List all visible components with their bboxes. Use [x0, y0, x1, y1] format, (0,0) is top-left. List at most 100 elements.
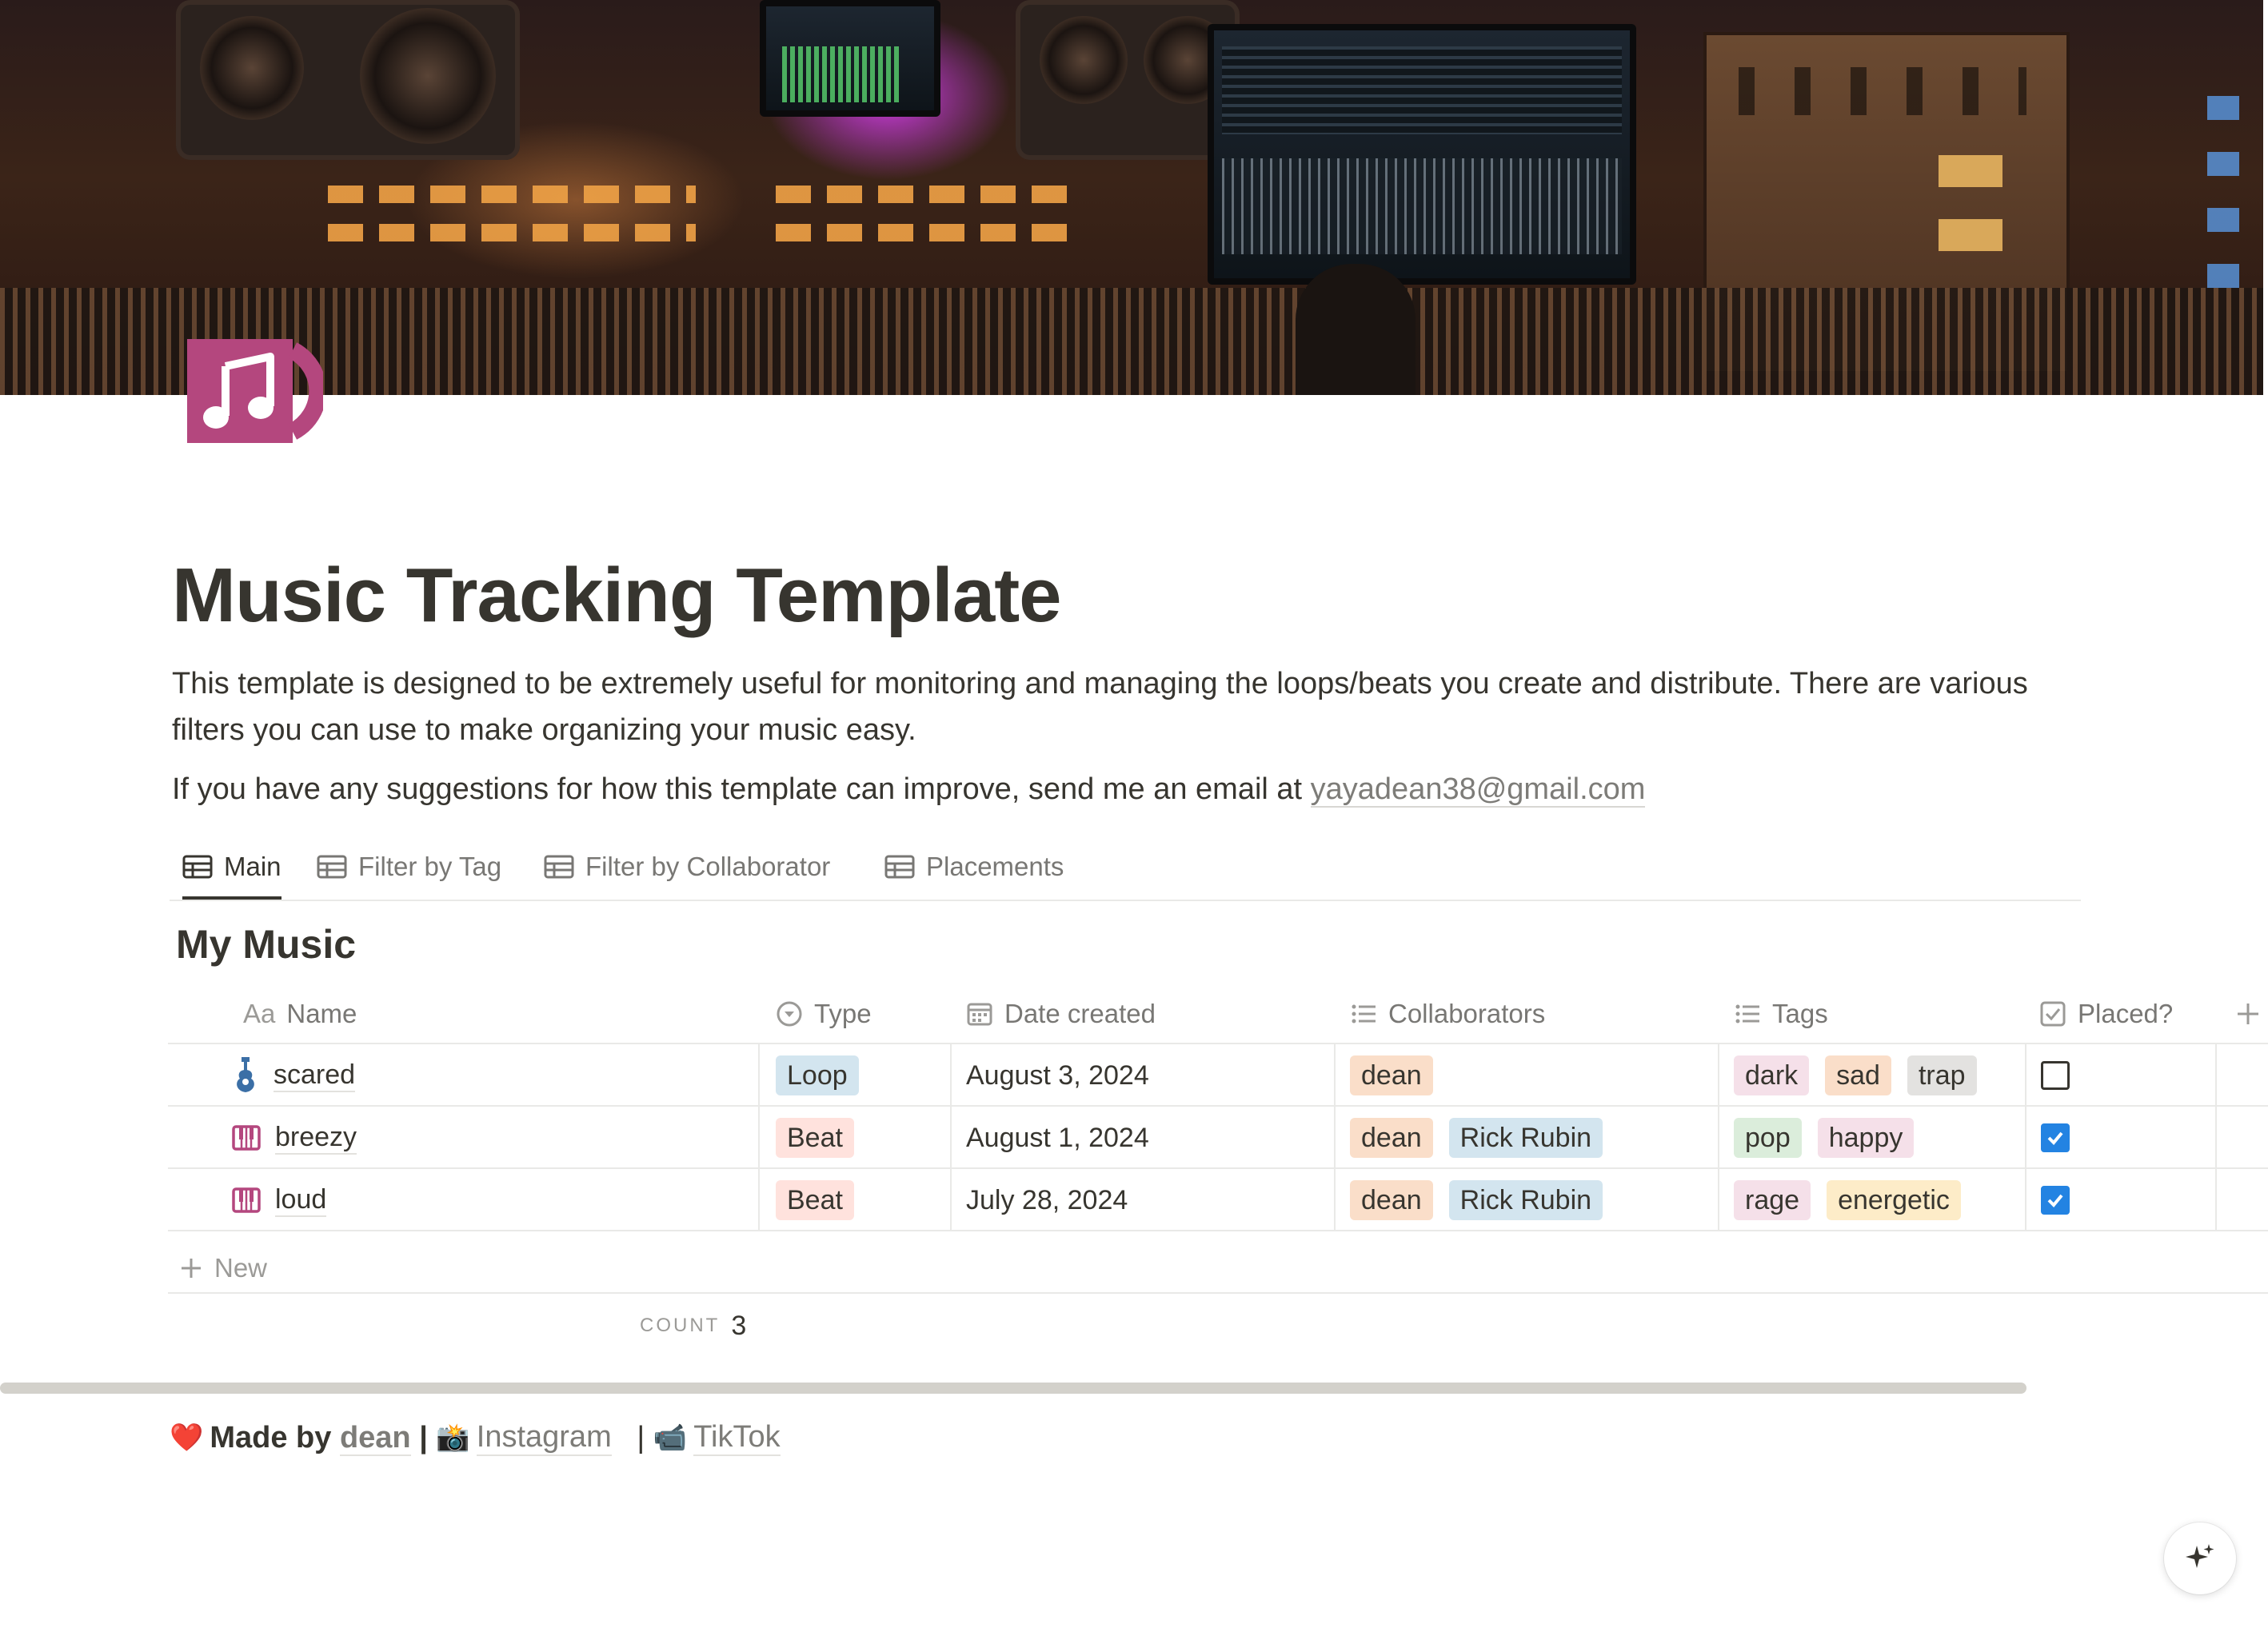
- ai-assistant-button[interactable]: [2164, 1522, 2236, 1594]
- placed-checkbox[interactable]: [2041, 1186, 2070, 1215]
- column-header-collaborators-label: Collaborators: [1388, 999, 1546, 1028]
- table-icon: [317, 855, 347, 879]
- multi-select-icon: [1352, 1004, 1376, 1024]
- type-pill: Loop: [776, 1055, 859, 1095]
- tags-cell[interactable]: rage energetic: [1734, 1169, 1977, 1231]
- tiktok-link[interactable]: TikTok: [693, 1420, 781, 1456]
- column-header-placed[interactable]: Placed?: [2039, 984, 2173, 1044]
- horizontal-scrollbar[interactable]: [0, 1383, 2026, 1394]
- tab-filter-by-collaborator[interactable]: Filter by Collaborator: [544, 836, 830, 898]
- tag-pill: dark: [1734, 1055, 1810, 1095]
- tab-main[interactable]: Main: [182, 836, 282, 900]
- cover-meters: [328, 186, 696, 203]
- collaborator-pill: dean: [1350, 1180, 1433, 1220]
- plus-icon: [182, 1259, 201, 1278]
- sparkle-icon: [2186, 1544, 2214, 1568]
- cover-speaker: [176, 0, 520, 160]
- multi-select-icon: [1735, 1004, 1759, 1024]
- collaborator-pill: dean: [1350, 1055, 1433, 1095]
- collaborators-cell[interactable]: dean Rick Rubin: [1350, 1107, 1619, 1169]
- tag-pill: energetic: [1827, 1180, 1961, 1220]
- suggestion-line: If you have any suggestions for how this…: [172, 769, 1646, 809]
- database-title[interactable]: My Music: [176, 921, 356, 968]
- plus-icon: [2238, 1004, 2258, 1024]
- cover-console: [0, 288, 2263, 395]
- cover-daw-screen: [1208, 24, 1636, 285]
- type-pill: Beat: [776, 1118, 854, 1158]
- date-cell[interactable]: July 28, 2024: [966, 1169, 1128, 1231]
- name-cell[interactable]: loud: [232, 1169, 327, 1231]
- collaborator-pill: dean: [1350, 1118, 1433, 1158]
- tags-cell[interactable]: pop happy: [1734, 1107, 1930, 1169]
- tab-filter-by-collaborator-label: Filter by Collaborator: [585, 852, 831, 881]
- new-row-label: New: [214, 1253, 268, 1283]
- cover-speaker: [1016, 0, 1240, 160]
- collaborators-cell[interactable]: dean: [1350, 1044, 1449, 1107]
- type-cell[interactable]: Beat: [776, 1169, 870, 1231]
- tab-placements[interactable]: Placements: [884, 836, 1064, 898]
- email-link[interactable]: yayadean38@gmail.com: [1310, 772, 1646, 808]
- row-name: breezy: [275, 1121, 357, 1155]
- date-cell[interactable]: August 1, 2024: [966, 1107, 1149, 1169]
- name-cell[interactable]: breezy: [232, 1107, 357, 1169]
- suggestion-text: If you have any suggestions for how this…: [172, 772, 1311, 806]
- heart-icon: ❤️: [170, 1423, 204, 1453]
- footer-credits: ❤️ Made by dean | 📸 Instagram | 📹 TikTok: [170, 1414, 781, 1462]
- checkmark-icon: [2047, 1131, 2063, 1145]
- piano-keys-icon: [232, 1125, 261, 1151]
- row-name: scared: [274, 1059, 356, 1092]
- music-note-icon[interactable]: [187, 339, 327, 443]
- column-header-date[interactable]: Date created: [966, 984, 1156, 1044]
- count-value: 3: [731, 1310, 747, 1341]
- calendar-icon: [967, 1003, 992, 1026]
- table-icon: [182, 855, 213, 879]
- piano-keys-icon: [232, 1187, 261, 1213]
- column-header-type-label: Type: [814, 999, 872, 1028]
- date-cell[interactable]: August 3, 2024: [966, 1044, 1149, 1107]
- column-header-placed-label: Placed?: [2078, 999, 2174, 1028]
- column-header-collaborators[interactable]: Collaborators: [1350, 984, 1545, 1044]
- placed-cell: [2041, 1169, 2070, 1231]
- select-property-icon: [777, 1001, 802, 1027]
- add-property-button[interactable]: [2234, 984, 2262, 1044]
- tag-pill: rage: [1734, 1180, 1811, 1220]
- checkmark-icon: [2047, 1194, 2063, 1207]
- name-cell[interactable]: scared: [232, 1044, 356, 1107]
- count-calculation[interactable]: COUNT 3: [640, 1305, 746, 1347]
- placed-checkbox[interactable]: [2041, 1123, 2070, 1152]
- separator: |: [419, 1420, 428, 1454]
- author-link[interactable]: dean: [339, 1420, 411, 1456]
- tab-placements-label: Placements: [926, 852, 1064, 881]
- guitar-icon: [237, 1057, 254, 1092]
- tags-cell[interactable]: dark sad trap: [1734, 1044, 1993, 1107]
- table-icon: [544, 855, 574, 879]
- collaborator-pill: Rick Rubin: [1448, 1180, 1603, 1220]
- cover-lights: [2207, 96, 2239, 320]
- tab-filter-by-tag[interactable]: Filter by Tag: [317, 836, 501, 898]
- column-header-name[interactable]: Aa Name: [243, 984, 357, 1044]
- tag-pill: pop: [1734, 1118, 1802, 1158]
- tag-pill: trap: [1907, 1055, 1977, 1095]
- column-header-date-label: Date created: [1004, 999, 1156, 1028]
- page-description: This template is designed to be extremel…: [172, 667, 2028, 747]
- cover-image: [0, 0, 2263, 395]
- collaborators-cell[interactable]: dean Rick Rubin: [1350, 1169, 1619, 1231]
- tag-pill: sad: [1825, 1055, 1891, 1095]
- new-row-button[interactable]: New: [179, 1238, 267, 1299]
- tab-filter-by-tag-label: Filter by Tag: [358, 852, 502, 881]
- checkbox-property-icon: [2040, 1001, 2066, 1027]
- column-header-type[interactable]: Type: [776, 984, 872, 1044]
- type-cell[interactable]: Beat: [776, 1107, 870, 1169]
- separator: |: [637, 1420, 645, 1454]
- type-pill: Beat: [776, 1180, 854, 1220]
- view-tabs: Main Filter by Tag Filter by Collaborato…: [170, 836, 2081, 901]
- type-cell[interactable]: Loop: [776, 1044, 875, 1107]
- page-title: Music Tracking Template: [172, 553, 1062, 638]
- placed-cell: [2041, 1044, 2070, 1107]
- column-header-tags[interactable]: Tags: [1734, 984, 1828, 1044]
- collaborator-pill: Rick Rubin: [1448, 1118, 1603, 1158]
- placed-cell: [2041, 1107, 2070, 1169]
- instagram-link[interactable]: Instagram: [476, 1420, 612, 1456]
- placed-checkbox[interactable]: [2041, 1061, 2070, 1090]
- cover-monitor: [760, 0, 940, 117]
